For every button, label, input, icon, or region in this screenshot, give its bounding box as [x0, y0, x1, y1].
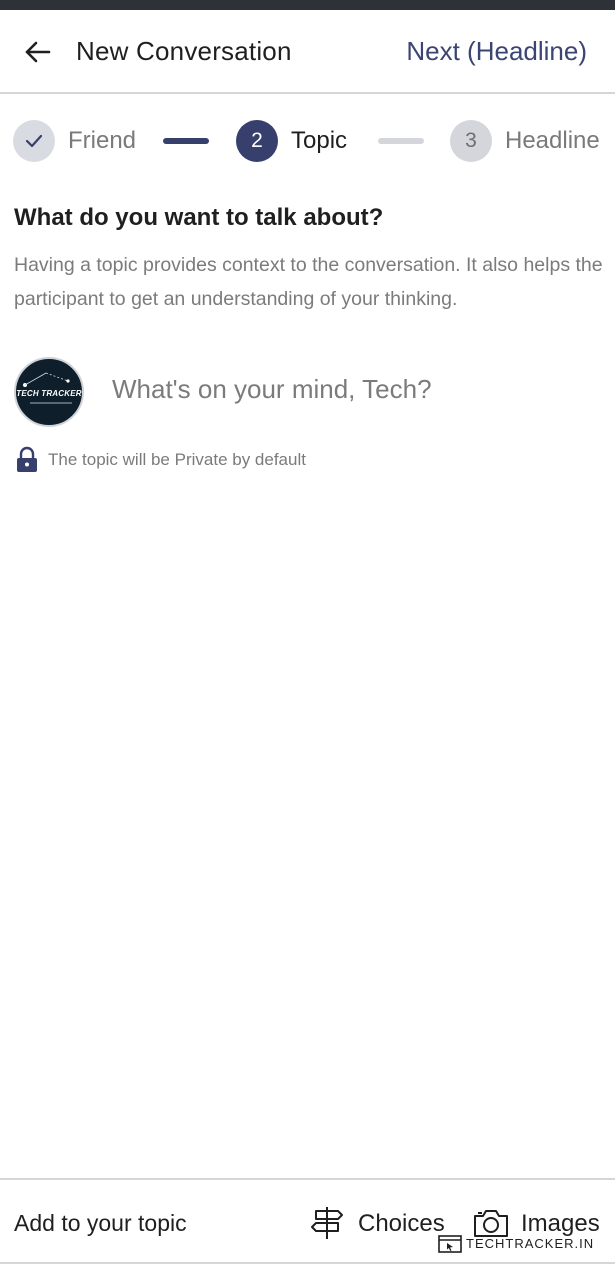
- choices-button[interactable]: Choices: [308, 1204, 448, 1242]
- progress-stepper: Friend 2 Topic 3 Headline: [0, 118, 615, 164]
- page-title: New Conversation: [76, 36, 292, 66]
- browser-window-icon: [438, 1235, 462, 1253]
- watermark: TECHTRACKER.IN: [438, 1234, 613, 1254]
- step-connector-pending: [378, 138, 424, 144]
- next-headline-button[interactable]: Next (Headline): [406, 36, 587, 67]
- step-friend-label: Friend: [68, 127, 137, 154]
- topic-input[interactable]: [112, 366, 582, 412]
- watermark-text: TECHTRACKER.IN: [466, 1236, 595, 1251]
- lock-icon: [17, 446, 37, 472]
- step-friend-indicator: [13, 120, 55, 162]
- app-header: New Conversation Next (Headline): [0, 10, 615, 94]
- step-topic-indicator: 2: [236, 120, 278, 162]
- back-arrow-icon: [25, 41, 51, 63]
- step-headline-label: Headline: [505, 127, 600, 154]
- avatar-logo-text: TECH TRACKER: [16, 389, 82, 398]
- choices-label: Choices: [358, 1210, 445, 1237]
- step-headline-indicator: 3: [450, 120, 492, 162]
- topic-description: Having a topic provides context to the c…: [14, 254, 603, 310]
- step-topic-label: Topic: [291, 127, 348, 154]
- topic-question-heading: What do you want to talk about?: [14, 204, 384, 231]
- status-bar: [0, 0, 615, 10]
- step-connector-completed: [163, 138, 209, 144]
- back-button[interactable]: [18, 36, 58, 68]
- check-icon: [25, 134, 43, 148]
- privacy-text: The topic will be Private by default: [48, 450, 306, 469]
- add-to-topic-label: Add to your topic: [14, 1210, 187, 1236]
- signpost-icon: [311, 1207, 343, 1239]
- avatar: TECH TRACKER: [14, 357, 84, 427]
